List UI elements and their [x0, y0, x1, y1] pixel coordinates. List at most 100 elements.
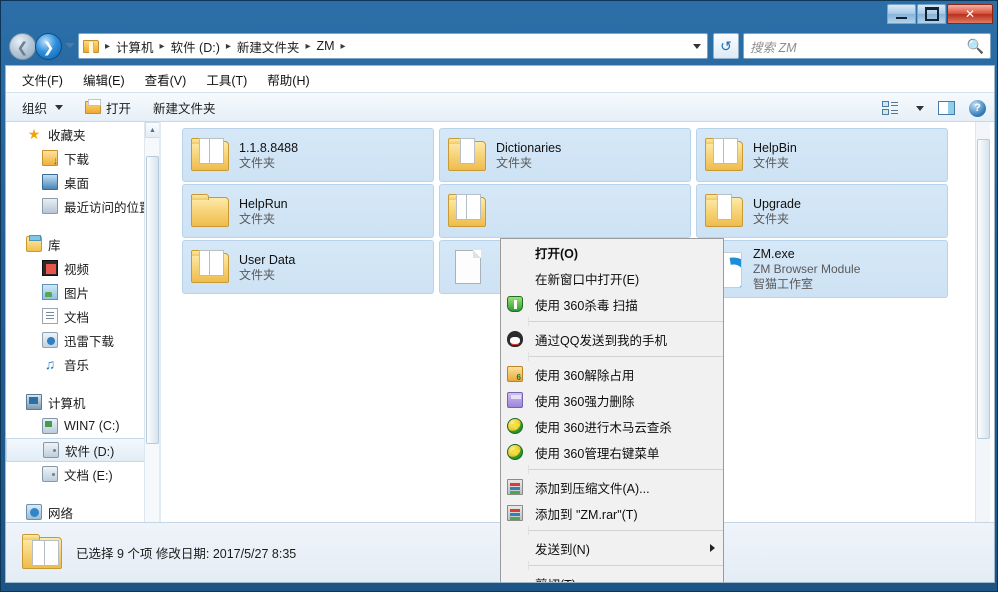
file-name: HelpRun [239, 196, 288, 211]
ctx-qq-send-to-phone[interactable]: 通过QQ发送到我的手机 [501, 326, 723, 352]
client-area: 文件(F) 编辑(E) 查看(V) 工具(T) 帮助(H) 组织 打开 新建文件… [5, 65, 995, 583]
sidebar-group-computer[interactable]: 计算机 [6, 390, 160, 414]
sidebar-label: 计算机 [48, 396, 86, 411]
sidebar-item-recent-places[interactable]: 最近访问的位置 [6, 194, 160, 218]
recent-locations-icon[interactable] [65, 43, 75, 48]
file-item-Dictionaries[interactable]: Dictionaries 文件夹 [439, 128, 691, 182]
ctx-360-manage-menu[interactable]: 使用 360管理右键菜单 [501, 439, 723, 465]
view-options-chevron-icon[interactable] [916, 105, 924, 111]
search-input[interactable]: 搜索 ZM [750, 37, 967, 56]
menu-help[interactable]: 帮助(H) [267, 70, 309, 89]
file-type: 文件夹 [239, 211, 276, 226]
sidebar-item-desktop[interactable]: 桌面 [6, 170, 160, 194]
forward-arrow-icon: ❯ [42, 38, 55, 55]
sidebar-item-drive-c[interactable]: WIN7 (C:) [6, 414, 160, 438]
documents-icon [42, 308, 58, 324]
sidebar-item-pictures[interactable]: 图片 [6, 280, 160, 304]
file-name: HelpBin [753, 140, 797, 155]
ctx-label: 打开(O) [535, 246, 579, 261]
file-item-obscured-1[interactable] [439, 184, 691, 238]
navigation-pane: ★ 收藏夹 下载 桌面 最近访问的位置 库 视频 [6, 122, 160, 582]
preview-pane-icon[interactable] [938, 101, 955, 115]
file-item-ZM-exe[interactable]: ZM.exe ZM Browser Module 智猫工作室 [696, 240, 948, 298]
file-pane-scrollbar[interactable] [975, 122, 990, 582]
menu-edit[interactable]: 编辑(E) [83, 70, 125, 89]
breadcrumb-item-2[interactable]: 新建文件夹 [235, 37, 302, 56]
breadcrumb-item-3[interactable]: ZM [314, 39, 336, 53]
sidebar-label: 收藏夹 [48, 128, 86, 143]
scroll-up-icon[interactable]: ▲ [145, 122, 160, 138]
new-folder-button[interactable]: 新建文件夹 [153, 98, 216, 117]
refresh-button[interactable]: ↺ [713, 33, 739, 59]
ctx-label: 发送到(N) [535, 542, 590, 557]
file-item-User-Data[interactable]: User Data 文件夹 [182, 240, 434, 294]
sidebar-group-favorites[interactable]: ★ 收藏夹 [6, 122, 160, 146]
360-cloud-icon [507, 444, 523, 460]
chevron-down-icon[interactable] [693, 44, 701, 49]
sidebar-scrollbar-thumb[interactable] [146, 156, 159, 444]
ctx-360-unlock[interactable]: 使用 360解除占用 [501, 361, 723, 387]
close-button[interactable]: ✕ [947, 4, 993, 24]
ctx-send-to[interactable]: 发送到(N) [501, 535, 723, 561]
help-icon[interactable]: ? [969, 99, 986, 117]
sidebar-item-music[interactable]: ♫ 音乐 [6, 352, 160, 376]
folder-unlock-icon [507, 366, 523, 382]
sidebar-item-documents[interactable]: 文档 [6, 304, 160, 328]
breadcrumb-item-1[interactable]: 软件 (D:) [169, 37, 222, 56]
context-menu[interactable]: 打开(O) 在新窗口中打开(E) 使用 360杀毒 扫描 通过QQ发送到我的手机… [500, 238, 724, 582]
sidebar-item-videos[interactable]: 视频 [6, 256, 160, 280]
file-description: ZM Browser Module [753, 262, 861, 276]
ctx-add-to-archive[interactable]: 添加到压缩文件(A)... [501, 474, 723, 500]
sidebar-label: 迅雷下载 [64, 334, 115, 349]
sidebar-item-drive-d[interactable]: 软件 (D:) [6, 438, 160, 462]
ctx-cut[interactable]: 剪切(T) [501, 570, 723, 582]
sidebar-item-downloads[interactable]: 下载 [6, 146, 160, 170]
ctx-label: 在新窗口中打开(E) [535, 272, 640, 287]
sidebar-group-network[interactable]: 网络 [6, 500, 160, 524]
back-button[interactable]: ❮ [9, 33, 36, 60]
file-type: 文件夹 [239, 267, 276, 282]
context-menu-separator [529, 530, 723, 531]
file-pane-scrollbar-thumb[interactable] [977, 139, 990, 439]
sidebar-item-drive-e[interactable]: 文档 (E:) [6, 462, 160, 486]
ctx-add-to-zm-rar[interactable]: 添加到 "ZM.rar"(T) [501, 500, 723, 526]
forward-button[interactable]: ❯ [35, 33, 62, 60]
menu-tools[interactable]: 工具(T) [206, 70, 247, 89]
window-controls: ✕ [887, 4, 993, 24]
pane-splitter[interactable] [159, 122, 161, 582]
ctx-360-force-delete[interactable]: 使用 360强力删除 [501, 387, 723, 413]
file-item-HelpRun[interactable]: HelpRun 文件夹 [182, 184, 434, 238]
sidebar-group-libraries[interactable]: 库 [6, 232, 160, 256]
shield-icon [507, 296, 523, 312]
back-arrow-icon: ❮ [16, 38, 29, 55]
ctx-open[interactable]: 打开(O) [501, 239, 723, 265]
address-bar[interactable]: ▸ 计算机 ▸ 软件 (D:) ▸ 新建文件夹 ▸ ZM ▸ [78, 33, 708, 59]
file-item-1.1.8.8488[interactable]: 1.1.8.8488 文件夹 [182, 128, 434, 182]
sidebar-label: 库 [48, 238, 61, 253]
sidebar-item-thunder-download[interactable]: 迅雷下载 [6, 328, 160, 352]
breadcrumb-item-0[interactable]: 计算机 [114, 37, 156, 56]
sidebar-scrollbar[interactable]: ▲ ▼ [144, 122, 160, 582]
ctx-open-new-window[interactable]: 在新窗口中打开(E) [501, 265, 723, 291]
view-options-icon[interactable] [882, 100, 899, 116]
file-item-HelpBin[interactable]: HelpBin 文件夹 [696, 128, 948, 182]
minimize-button[interactable] [887, 4, 916, 24]
ctx-360-trojan-scan[interactable]: 使用 360进行木马云查杀 [501, 413, 723, 439]
file-publisher: 智猫工作室 [753, 277, 814, 291]
search-box[interactable]: 搜索 ZM 🔍 [743, 33, 991, 59]
menu-file[interactable]: 文件(F) [22, 70, 63, 89]
ctx-360-scan[interactable]: 使用 360杀毒 扫描 [501, 291, 723, 317]
maximize-button[interactable] [917, 4, 946, 24]
folder-doc-icon [446, 135, 488, 175]
desktop-icon [42, 174, 58, 190]
file-item-Upgrade[interactable]: Upgrade 文件夹 [696, 184, 948, 238]
file-name: User Data [239, 252, 296, 267]
sidebar-label: 文档 [64, 310, 90, 325]
command-bar: 组织 打开 新建文件夹 ? [6, 92, 994, 122]
search-icon: 🔍 [966, 37, 984, 54]
open-button[interactable]: 打开 [85, 98, 131, 117]
menu-view[interactable]: 查看(V) [145, 70, 187, 89]
downloads-icon [42, 150, 58, 167]
ctx-label: 使用 360进行木马云查杀 [535, 420, 672, 435]
organize-button[interactable]: 组织 [22, 98, 64, 117]
